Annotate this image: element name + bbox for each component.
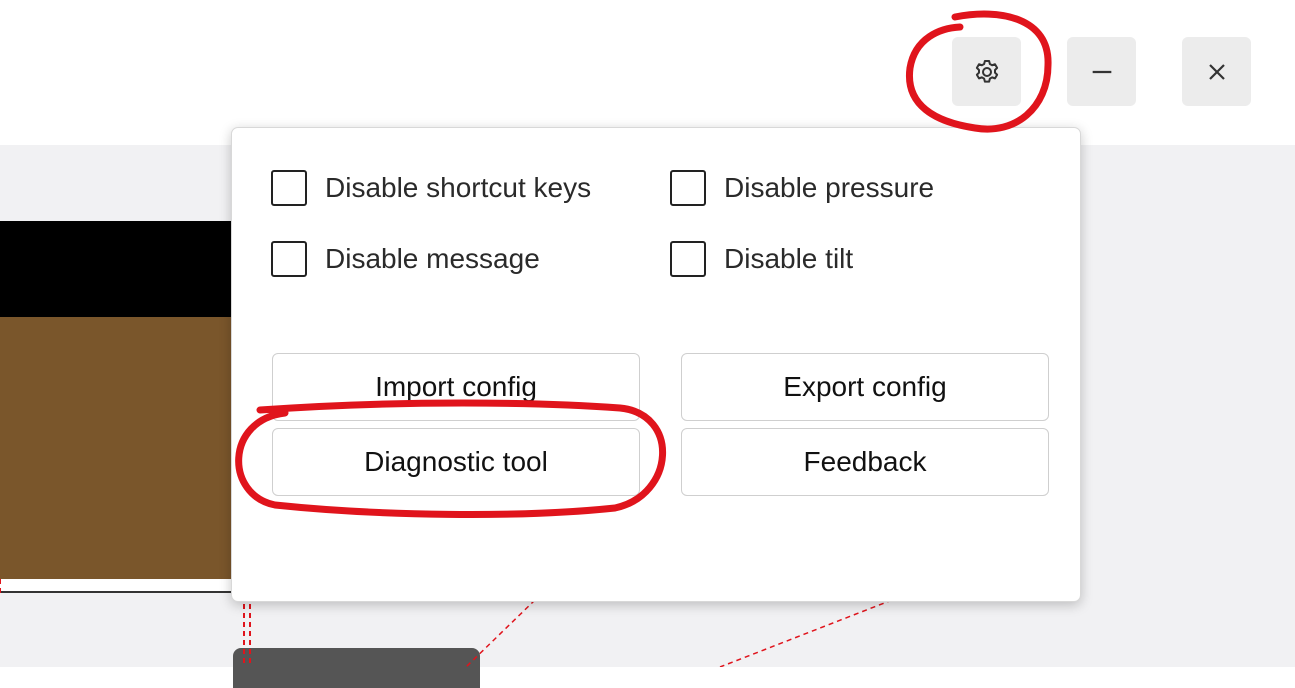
option-disable-pressure[interactable]: Disable pressure (670, 168, 934, 208)
settings-button[interactable] (952, 37, 1021, 106)
preview-frame-bottom (0, 579, 232, 593)
close-icon (1205, 60, 1229, 84)
option-label: Disable shortcut keys (325, 172, 592, 203)
option-label: Disable pressure (724, 172, 935, 203)
minus-icon (1088, 58, 1116, 86)
close-button[interactable] (1182, 37, 1251, 106)
checkbox[interactable] (670, 170, 706, 206)
option-disable-message[interactable]: Disable message (271, 239, 540, 279)
option-disable-shortcut-keys[interactable]: Disable shortcut keys (271, 168, 591, 208)
option-disable-tilt[interactable]: Disable tilt (670, 239, 853, 279)
checkbox[interactable] (670, 241, 706, 277)
settings-popup: Disable shortcut keys Disable pressure D… (231, 127, 1081, 602)
minimize-button[interactable] (1067, 37, 1136, 106)
checkbox[interactable] (271, 241, 307, 277)
dark-tab[interactable] (233, 648, 480, 688)
option-label: Disable tilt (724, 243, 854, 274)
preview-header-strip (0, 221, 232, 317)
gear-icon (972, 57, 1002, 87)
option-label: Disable message (325, 243, 540, 274)
export-config-button[interactable]: Export config (681, 353, 1049, 421)
diagnostic-tool-button[interactable]: Diagnostic tool (272, 428, 640, 496)
checkbox[interactable] (271, 170, 307, 206)
preview-area (0, 317, 232, 579)
feedback-button[interactable]: Feedback (681, 428, 1049, 496)
import-config-button[interactable]: Import config (272, 353, 640, 421)
